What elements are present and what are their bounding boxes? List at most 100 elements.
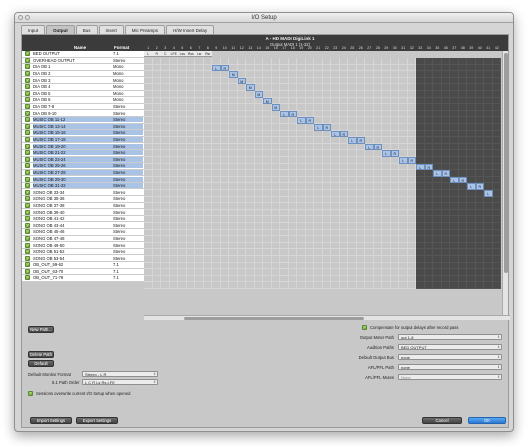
grid-cell[interactable] [237,170,246,177]
grid-cell[interactable] [246,104,255,111]
grid-cell[interactable] [331,190,340,197]
grid-cell[interactable] [407,170,416,177]
grid-cell[interactable] [348,242,357,250]
grid-cell[interactable] [212,282,221,289]
grid-cell[interactable] [186,282,195,289]
grid-cell[interactable] [314,256,323,263]
path-name[interactable]: SONG OB 51-52 [33,249,113,254]
grid-cell[interactable] [475,58,484,65]
grid-cell[interactable] [212,163,221,171]
path-name[interactable]: OB_OUT_63-70 [33,269,113,274]
grid-cell[interactable] [484,71,493,78]
grid-cell[interactable] [407,137,416,144]
channel-assignment[interactable]: L [382,150,391,157]
grid-cell[interactable] [314,203,323,210]
grid-cell[interactable] [271,97,280,105]
grid-cell[interactable] [305,209,314,217]
grid-cell[interactable] [492,223,501,230]
grid-cell[interactable] [169,190,178,197]
grid-cell[interactable] [280,104,289,111]
grid-cell[interactable] [220,124,229,131]
grid-cell[interactable] [365,163,374,171]
grid-cell[interactable] [144,223,153,230]
grid-cell[interactable] [433,64,442,72]
grid-cell[interactable] [373,110,382,118]
grid-cell[interactable] [484,183,493,190]
grid-cell[interactable] [441,58,450,65]
channel-assignment[interactable]: L [314,124,323,131]
grid-cell[interactable] [373,282,382,289]
grid-cell[interactable] [161,223,170,230]
grid-cell[interactable] [356,117,365,124]
grid-cell[interactable] [484,77,493,85]
grid-cell[interactable] [212,203,221,210]
grid-cell[interactable] [322,104,331,111]
path-row[interactable]: ✓ OVERHEAD OUTPUT Stereo [22,57,144,65]
grid-cell[interactable] [458,97,467,105]
grid-cell[interactable] [229,58,238,65]
grid-cell[interactable] [186,77,195,85]
grid-cell[interactable] [186,223,195,230]
grid-cell[interactable] [152,130,161,138]
grid-cell[interactable] [203,256,212,263]
grid-cell[interactable] [186,58,195,65]
grid-cell[interactable] [450,97,459,105]
grid-cell[interactable] [492,104,501,111]
grid-cell[interactable] [373,58,382,65]
grid-cell[interactable] [229,269,238,276]
grid-cell[interactable] [475,163,484,171]
grid-cell[interactable] [475,176,484,184]
grid-cell[interactable] [407,150,416,157]
grid-cell[interactable] [492,143,501,151]
grid-cell[interactable] [212,275,221,283]
grid-cell[interactable] [484,223,493,230]
grid-cell[interactable] [203,275,212,283]
grid-cell[interactable] [195,236,204,243]
grid-cell[interactable] [288,170,297,177]
grid-cell[interactable] [424,58,433,65]
path-active-checkbox[interactable]: ✓ [25,64,30,70]
grid-cell[interactable] [433,104,442,111]
grid-cell[interactable] [416,124,425,131]
grid-cell[interactable] [186,229,195,237]
grid-cell[interactable] [254,262,263,270]
grid-cell[interactable] [382,64,391,72]
grid-cell[interactable] [475,223,484,230]
grid-cell[interactable] [297,275,306,283]
grid-cell[interactable] [441,150,450,157]
grid-cell[interactable] [331,223,340,230]
grid-cell[interactable] [416,262,425,270]
grid-cell[interactable] [390,163,399,171]
path-name[interactable]: DIA OB 9-10 [33,111,113,116]
path-row[interactable]: ✓ OB_OUT_63-70 7.1 [22,268,144,276]
grid-cell[interactable] [382,203,391,210]
grid-cell[interactable] [390,176,399,184]
grid-cell[interactable] [492,64,501,72]
grid-cell[interactable] [220,256,229,263]
path-active-checkbox[interactable]: ✓ [25,235,30,241]
grid-cell[interactable] [203,190,212,197]
grid-cell[interactable] [424,77,433,85]
grid-cell[interactable] [280,249,289,256]
grid-cell[interactable] [220,130,229,138]
grid-cell[interactable] [263,176,272,184]
grid-cell[interactable] [339,183,348,190]
grid-cell[interactable] [467,223,476,230]
grid-cell[interactable] [271,269,280,276]
grid-cell[interactable] [195,143,204,151]
grid-cell[interactable] [399,249,408,256]
grid-cell[interactable] [246,130,255,138]
grid-cell[interactable] [382,282,391,289]
grid-cell[interactable] [169,275,178,283]
grid-cell[interactable] [382,97,391,105]
grid-cell[interactable] [314,71,323,78]
grid-cell[interactable] [288,97,297,105]
grid-cell[interactable] [339,176,348,184]
grid-cell[interactable] [254,223,263,230]
tab-hw-insert-delay[interactable]: H/W Insert Delay [166,25,215,34]
grid-cell[interactable] [373,190,382,197]
grid-cell[interactable] [331,124,340,131]
grid-cell[interactable] [331,236,340,243]
grid-cell[interactable] [348,97,357,105]
grid-cell[interactable] [407,216,416,223]
